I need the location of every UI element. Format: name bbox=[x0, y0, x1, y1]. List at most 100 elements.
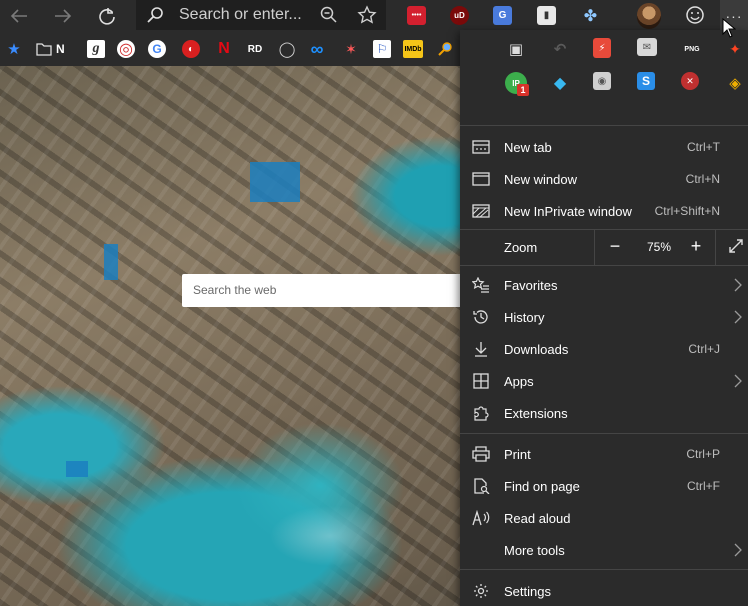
menu-separator bbox=[460, 125, 748, 126]
menu-ext-window-icon[interactable]: ▣ bbox=[505, 38, 527, 60]
ext-page-tool-icon[interactable]: ▮ bbox=[537, 6, 556, 25]
menu-ext-arrow-icon[interactable]: ↶ bbox=[549, 38, 571, 60]
find-on-page-icon bbox=[472, 478, 490, 495]
favorites-folder-n[interactable]: N bbox=[36, 40, 70, 58]
new-window-icon bbox=[472, 171, 490, 187]
puzzle-piece-icon bbox=[472, 405, 490, 421]
mouse-cursor-icon bbox=[722, 17, 737, 43]
menu-ext-diamond-icon[interactable]: ◆ bbox=[549, 72, 571, 94]
address-placeholder: Search or enter... bbox=[179, 6, 302, 23]
menu-label: Print bbox=[504, 447, 531, 462]
fav-ring-icon[interactable]: ◯ bbox=[278, 40, 296, 58]
fav-lifebuoy-icon[interactable]: ◎ bbox=[117, 40, 135, 58]
menu-ext-lens-icon[interactable]: ◉ bbox=[593, 72, 611, 90]
menu-item-find-on-page[interactable]: Find on page Ctrl+F bbox=[460, 470, 748, 502]
menu-label: Downloads bbox=[504, 342, 569, 357]
settings-and-more-menu: ▣ ↶ ⚡ ✉ PNG ✦ IP 1 ◆ ◉ S ✕ ◈ New tab Ctr… bbox=[460, 30, 748, 606]
menu-item-history[interactable]: History bbox=[460, 301, 748, 333]
menu-label: More tools bbox=[504, 543, 565, 558]
menu-shortcut: Ctrl+J bbox=[688, 342, 720, 356]
zoom-label: Zoom bbox=[504, 240, 538, 255]
menu-item-more-tools[interactable]: More tools bbox=[460, 534, 748, 566]
menu-label: Apps bbox=[504, 374, 534, 389]
menu-item-favorites[interactable]: Favorites bbox=[460, 269, 748, 301]
menu-label: Settings bbox=[504, 584, 551, 599]
chevron-right-icon bbox=[734, 374, 742, 393]
menu-item-print[interactable]: Print Ctrl+P bbox=[460, 438, 748, 470]
zoom-level: 75% bbox=[646, 240, 672, 254]
gear-icon bbox=[472, 583, 490, 599]
menu-label: History bbox=[504, 310, 545, 325]
menu-label: Favorites bbox=[504, 278, 558, 293]
address-bar[interactable]: Search or enter... bbox=[136, 0, 386, 30]
download-arrow-icon bbox=[472, 341, 490, 357]
search-icon bbox=[146, 6, 164, 29]
menu-item-read-aloud[interactable]: Read aloud bbox=[460, 502, 748, 534]
browser-toolbar: Search or enter... •••• uD G ▮ ✤ ··· bbox=[0, 0, 748, 32]
fav-blue-figure-icon[interactable]: ⚐ bbox=[373, 40, 391, 58]
menu-ext-ip-icon[interactable]: IP 1 bbox=[505, 72, 529, 96]
menu-item-new-inprivate-window[interactable]: New InPrivate window Ctrl+Shift+N bbox=[460, 195, 748, 227]
menu-separator bbox=[460, 433, 748, 434]
menu-item-settings[interactable]: Settings bbox=[460, 575, 748, 606]
ext-translate-icon[interactable]: G bbox=[493, 6, 512, 25]
menu-ext-x-icon[interactable]: ✕ bbox=[681, 72, 699, 90]
apps-grid-icon bbox=[472, 373, 490, 389]
menu-separator bbox=[460, 569, 748, 570]
menu-shortcut: Ctrl+Shift+N bbox=[654, 204, 720, 218]
pool-shape bbox=[66, 461, 88, 477]
chevron-right-icon bbox=[734, 278, 742, 297]
menu-item-apps[interactable]: Apps bbox=[460, 365, 748, 397]
pool-shape bbox=[250, 162, 300, 202]
menu-ext-ring-icon[interactable]: ◈ bbox=[724, 72, 746, 94]
add-favorite-star-icon[interactable] bbox=[357, 5, 377, 30]
feedback-smiley-icon[interactable] bbox=[685, 5, 705, 30]
chevron-right-icon bbox=[734, 310, 742, 329]
fav-rd-icon[interactable]: RD bbox=[245, 40, 265, 58]
back-arrow-icon[interactable] bbox=[6, 4, 32, 28]
menu-ext-text-icon[interactable]: PNG bbox=[681, 38, 703, 60]
fav-netflix-icon[interactable]: N bbox=[215, 40, 233, 58]
menu-label: New window bbox=[504, 172, 577, 187]
refresh-icon[interactable] bbox=[94, 4, 120, 28]
fav-google-icon[interactable]: G bbox=[148, 40, 166, 58]
menu-label: Find on page bbox=[504, 479, 580, 494]
fullscreen-icon[interactable] bbox=[728, 238, 744, 259]
ext-ublock-icon[interactable]: uD bbox=[450, 6, 469, 25]
menu-item-downloads[interactable]: Downloads Ctrl+J bbox=[460, 333, 748, 365]
zoom-in-button[interactable]: + bbox=[686, 235, 706, 257]
zoom-out-icon[interactable] bbox=[320, 6, 338, 29]
menu-ext-s-icon[interactable]: S bbox=[637, 72, 655, 90]
new-tab-icon bbox=[472, 139, 490, 155]
menu-label: New tab bbox=[504, 140, 552, 155]
chevron-right-icon bbox=[734, 543, 742, 562]
fav-magnifier-icon[interactable] bbox=[436, 40, 454, 58]
menu-label: New InPrivate window bbox=[504, 204, 632, 219]
fav-imdb-icon[interactable]: IMDb bbox=[403, 40, 423, 58]
ext-lastpass-icon[interactable]: •••• bbox=[407, 6, 426, 25]
menu-shortcut: Ctrl+T bbox=[687, 140, 720, 154]
fav-infinity-icon[interactable]: ∞ bbox=[308, 39, 326, 59]
menu-ext-pdf-icon[interactable]: ⚡ bbox=[593, 38, 611, 58]
forward-arrow-icon[interactable] bbox=[50, 4, 76, 28]
favorites-star-icon[interactable]: ★ bbox=[5, 40, 23, 58]
fav-g-italic-icon[interactable]: g bbox=[87, 40, 105, 58]
menu-zoom-row: Zoom − 75% + bbox=[460, 229, 748, 265]
menu-ext-mail-icon[interactable]: ✉ bbox=[637, 38, 657, 56]
zoom-out-button[interactable]: − bbox=[606, 236, 624, 256]
pool-shape bbox=[104, 244, 118, 280]
menu-separator bbox=[460, 265, 748, 266]
menu-shortcut: Ctrl+P bbox=[686, 447, 720, 461]
web-search-placeholder: Search the web bbox=[193, 283, 277, 297]
menu-item-new-tab[interactable]: New tab Ctrl+T bbox=[460, 131, 748, 163]
ext-network-icon[interactable]: ✤ bbox=[581, 6, 600, 25]
menu-item-extensions[interactable]: Extensions bbox=[460, 397, 748, 429]
fav-red-circle-icon[interactable]: ◐ bbox=[182, 40, 200, 58]
read-aloud-icon bbox=[472, 509, 490, 526]
web-search-box[interactable]: Search the web bbox=[182, 274, 464, 307]
profile-avatar[interactable] bbox=[637, 3, 661, 29]
menu-shortcut: Ctrl+N bbox=[685, 172, 720, 186]
menu-item-new-window[interactable]: New window Ctrl+N bbox=[460, 163, 748, 195]
menu-label: Extensions bbox=[504, 406, 568, 421]
fav-colorful-icon[interactable]: ✶ bbox=[342, 40, 360, 58]
